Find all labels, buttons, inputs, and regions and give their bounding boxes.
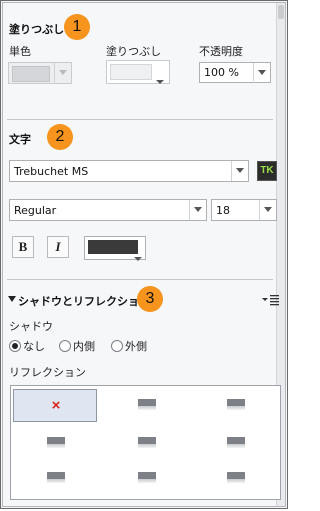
- chevron-down-icon[interactable]: [155, 75, 165, 84]
- panel-body: 塗りつぶし 1 単色 塗りつぶし 不透明度 100 % 文字 2 Trebuch…: [2, 2, 286, 507]
- none-x-icon: ×: [51, 397, 61, 414]
- chevron-down-icon[interactable]: [253, 63, 270, 81]
- font-size-value: 18: [216, 204, 230, 217]
- reflection-none-cell[interactable]: ×: [13, 389, 97, 422]
- font-style-select[interactable]: Regular: [9, 199, 207, 221]
- shadow-outer-radio[interactable]: [111, 340, 123, 352]
- text-color-swatch: [88, 240, 138, 254]
- fill-label: 塗りつぶし: [106, 45, 162, 58]
- reflection-option[interactable]: [193, 389, 277, 422]
- opacity-select[interactable]: 100 %: [199, 62, 271, 83]
- opacity-label: 不透明度: [199, 45, 243, 58]
- text-color-picker[interactable]: [84, 236, 146, 261]
- reflection-icon: [227, 437, 245, 449]
- reflection-icon: [47, 437, 65, 449]
- section-2-badge: 2: [47, 124, 73, 150]
- reflection-option[interactable]: [13, 462, 97, 495]
- panel-menu-icon[interactable]: [262, 294, 280, 306]
- reflection-icon: [138, 472, 156, 484]
- shadow-option-label: なし: [23, 340, 45, 353]
- shadow-label: シャドウ: [9, 320, 53, 333]
- bold-button[interactable]: B: [12, 236, 34, 258]
- font-size-select[interactable]: 18: [211, 199, 277, 221]
- reflection-option[interactable]: [104, 389, 188, 422]
- scrollbar-thumb[interactable]: [278, 5, 284, 19]
- properties-panel: 塗りつぶし 1 単色 塗りつぶし 不透明度 100 % 文字 2 Trebuch…: [0, 0, 288, 509]
- section-3-badge: 3: [137, 286, 163, 312]
- typekit-button[interactable]: TK: [257, 161, 277, 181]
- color-swatch: [12, 66, 50, 82]
- font-family-value: Trebuchet MS: [14, 165, 89, 178]
- section-divider: [7, 279, 273, 280]
- shadow-option-label: 内側: [73, 340, 95, 353]
- opacity-value: 100 %: [204, 66, 239, 79]
- reflection-option[interactable]: [193, 462, 277, 495]
- chevron-down-icon[interactable]: [54, 63, 71, 83]
- reflection-icon: [47, 472, 65, 484]
- reflection-icon: [227, 472, 245, 484]
- chevron-down-icon[interactable]: [259, 200, 276, 220]
- text-heading: 文字: [9, 133, 31, 146]
- reflection-label: リフレクション: [9, 366, 86, 379]
- reflection-option[interactable]: [13, 427, 97, 460]
- shadow-none-radio[interactable]: [9, 340, 21, 352]
- reflection-option[interactable]: [104, 462, 188, 495]
- chevron-down-icon[interactable]: [133, 252, 143, 261]
- reflection-icon: [227, 399, 245, 411]
- single-color-label: 単色: [9, 45, 31, 58]
- reflection-grid: ×: [10, 385, 281, 500]
- section-1-badge: 1: [64, 14, 90, 40]
- section-divider: [7, 119, 273, 120]
- reflection-icon: [138, 399, 156, 411]
- fill-picker[interactable]: [106, 60, 170, 84]
- font-family-select[interactable]: Trebuchet MS: [9, 160, 249, 182]
- reflection-option[interactable]: [193, 427, 277, 460]
- italic-button[interactable]: I: [47, 236, 69, 258]
- fill-heading: 塗りつぶし: [9, 23, 65, 36]
- reflection-icon: [138, 437, 156, 449]
- font-style-value: Regular: [14, 204, 57, 217]
- shadow-option-label: 外側: [125, 340, 147, 353]
- reflection-option[interactable]: [104, 427, 188, 460]
- fill-swatch: [110, 64, 152, 80]
- collapse-triangle-icon[interactable]: [8, 296, 16, 302]
- chevron-down-icon[interactable]: [189, 200, 206, 220]
- single-color-picker[interactable]: [8, 62, 72, 84]
- shadow-inner-radio[interactable]: [59, 340, 71, 352]
- chevron-down-icon[interactable]: [231, 161, 248, 181]
- shadow-reflection-heading: シャドウとリフレクション: [18, 295, 150, 308]
